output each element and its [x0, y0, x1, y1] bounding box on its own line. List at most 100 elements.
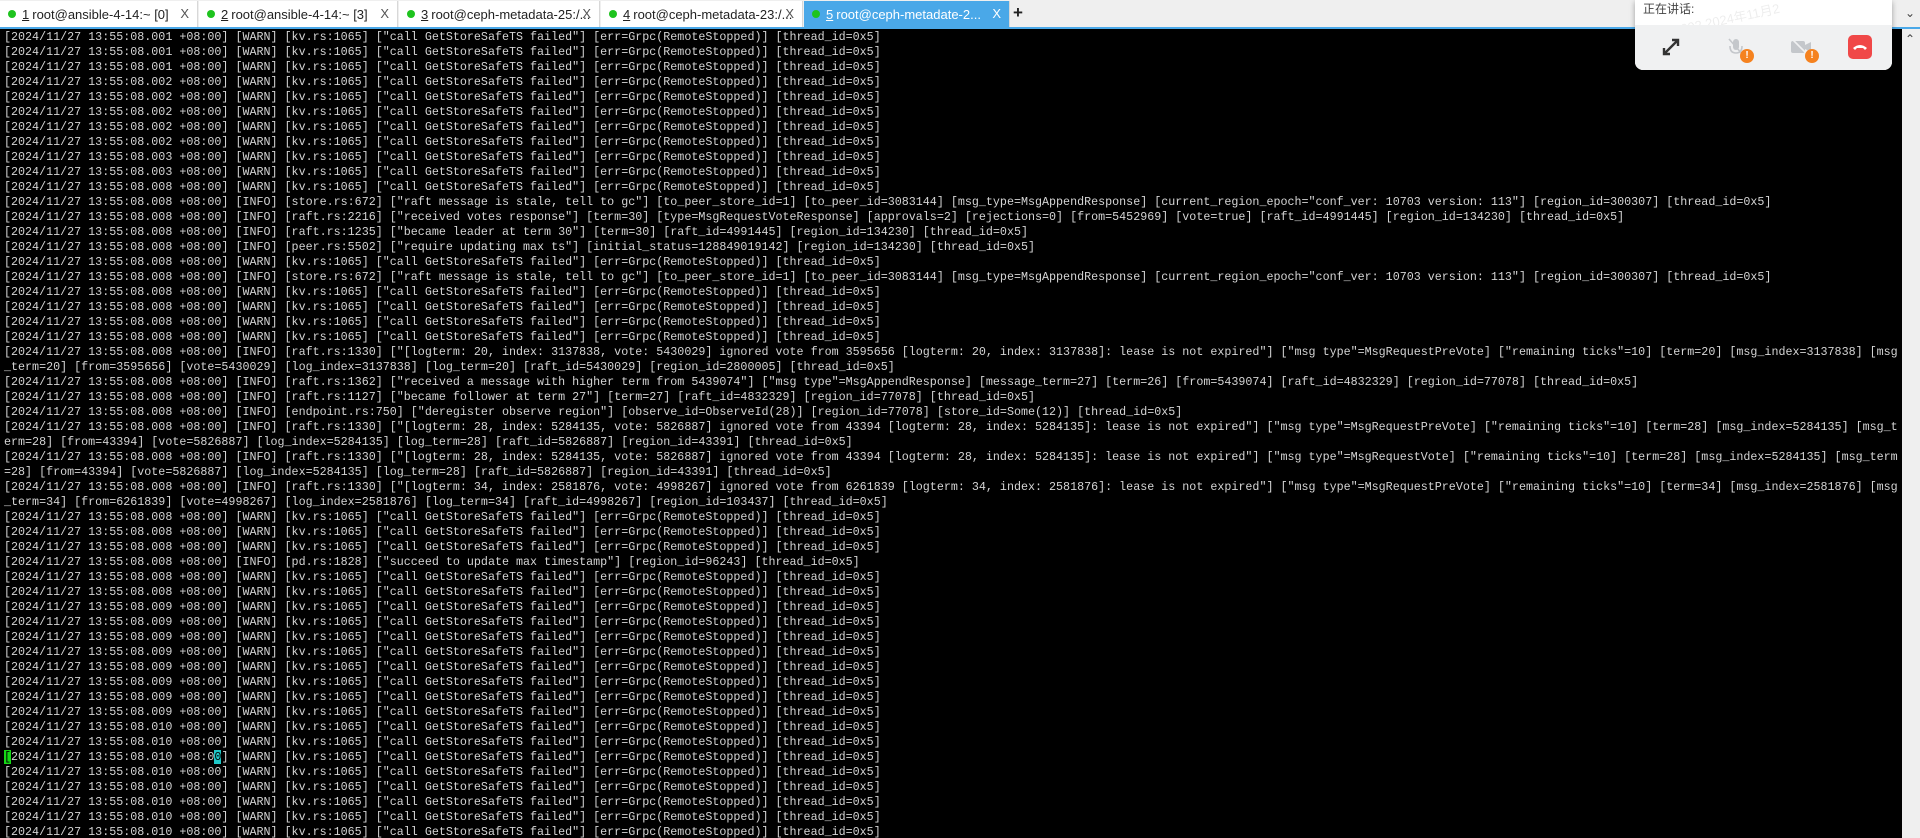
terminal-line: [2024/11/27 13:55:08.009 +08:00] [WARN] … [4, 645, 881, 659]
tab-bar: 1 root@ansible-4-14:~ [0] X 2 root@ansib… [0, 0, 1920, 29]
microphone-button[interactable]: ! [1724, 35, 1754, 63]
terminal-line: [2024/11/27 13:55:08.008 +08:00] [WARN] … [4, 315, 881, 329]
terminal-line: [2024/11/27 13:55:08.003 +08:00] [WARN] … [4, 165, 881, 179]
camera-button[interactable]: ! [1789, 35, 1819, 63]
tab-label: root@ceph-metadata-25:/... [431, 6, 591, 22]
cursor-selection-start: [ [4, 750, 12, 764]
tab-number: 4 [623, 6, 631, 22]
terminal-line: [2024/11/27 13:55:08.002 +08:00] [WARN] … [4, 135, 881, 149]
terminal-line: [2024/11/27 13:55:08.001 +08:00] [WARN] … [4, 30, 881, 44]
terminal-line: [2024/11/27 13:55:08.008 +08:00] [INFO] … [4, 555, 860, 569]
terminal-line: [2024/11/27 13:55:08.003 +08:00] [WARN] … [4, 150, 881, 164]
tab-close-icon[interactable]: X [180, 6, 189, 21]
tab-number: 2 [221, 6, 229, 22]
speaking-label: 正在讲话: [1643, 2, 1695, 16]
new-tab-button[interactable]: + [1013, 3, 1023, 23]
terminal-line: [2024/11/27 13:55:08.010 +08:00] [WARN] … [4, 780, 881, 794]
terminal-line: [2024/11/27 13:55:08.010 +08:00] [WARN] … [4, 720, 881, 734]
tab-2[interactable]: 2 root@ansible-4-14:~ [3] X [199, 1, 398, 27]
terminal-line: [2024/11/27 13:55:08.008 +08:00] [INFO] … [4, 210, 1625, 224]
tab-4[interactable]: 4 root@ceph-metadata-23:/... X [601, 1, 803, 27]
tab-close-icon[interactable]: X [582, 6, 591, 21]
tab-label: root@ansible-4-14:~ [3] [231, 6, 368, 22]
scroll-up-icon[interactable]: ⌃ [1905, 32, 1915, 46]
terminal-line: [2024/11/27 13:55:08.008 +08:00] [WARN] … [4, 255, 881, 269]
status-dot-icon [407, 10, 415, 18]
terminal-line: [2024/11/27 13:55:08.008 +08:00] [INFO] … [4, 390, 1036, 404]
terminal-line: [2024/11/27 13:55:08.008 +08:00] [WARN] … [4, 330, 881, 344]
terminal-line: [2024/11/27 13:55:08.002 +08:00] [WARN] … [4, 105, 881, 119]
terminal-line: [2024/11/27 13:55:08.008 +08:00] [INFO] … [4, 240, 1036, 254]
terminal-line: [2024/11/27 13:55:08.008 +08:00] [WARN] … [4, 570, 881, 584]
status-dot-icon [207, 10, 215, 18]
terminal-line: [2024/11/27 13:55:08.009 +08:00] [WARN] … [4, 690, 881, 704]
terminal-line: [2024/11/27 13:55:08.009 +08:00] [WARN] … [4, 615, 881, 629]
terminal-line: [2024/11/27 13:55:08.010 +08:00] [WARN] … [4, 825, 881, 838]
terminal-line: _term=20] [from=3595656] [vote=5430029] … [4, 360, 895, 374]
terminal-line: erm=28] [from=43394] [vote=5826887] [log… [4, 435, 853, 449]
terminal-line: [2024/11/27 13:55:08.002 +08:00] [WARN] … [4, 75, 881, 89]
warning-badge-icon: ! [1805, 49, 1819, 63]
terminal-line: [2024/11/27 13:55:08.008 +08:00] [WARN] … [4, 180, 881, 194]
expand-button[interactable] [1659, 35, 1683, 59]
terminal-text: [2024/11/27 13:55:08.001 +08:00] [WARN] … [0, 29, 1902, 838]
terminal-line: [2024/11/27 13:55:08.010 +08:00] [WARN] … [4, 795, 881, 809]
expand-icon [1662, 38, 1680, 56]
status-dot-icon [8, 10, 16, 18]
terminal-line: [2024/11/27 13:55:08.002 +08:00] [WARN] … [4, 120, 881, 134]
tab-1[interactable]: 1 root@ansible-4-14:~ [0] X [0, 1, 198, 27]
terminal-line: [2024/11/27 13:55:08.008 +08:00] [INFO] … [4, 480, 1898, 494]
tab-label: root@ceph-metadate-2... [836, 6, 981, 22]
terminal-line: [2024/11/27 13:55:08.009 +08:00] [WARN] … [4, 660, 881, 674]
terminal-line: [2024/11/27 13:55:08.008 +08:00] [INFO] … [4, 420, 1898, 434]
tab-close-icon[interactable]: X [380, 6, 389, 21]
terminal-line: [2024/11/27 13:55:08.008 +08:00] [INFO] … [4, 405, 1183, 419]
terminal-line: [2024/11/27 13:55:08.001 +08:00] [WARN] … [4, 45, 881, 59]
terminal-line: [2024/11/27 13:55:08.008 +08:00] [WARN] … [4, 585, 881, 599]
tab-label: root@ansible-4-14:~ [0] [32, 6, 169, 22]
status-dot-icon [609, 10, 617, 18]
terminal-line: [2024/11/27 13:55:08.008 +08:00] [INFO] … [4, 375, 1639, 389]
terminal-line: [2024/11/27 13:55:08.008 +08:00] [WARN] … [4, 525, 881, 539]
terminal-line: [2024/11/27 13:55:08.008 +08:00] [INFO] … [4, 270, 1772, 284]
phone-hangup-icon [1853, 45, 1867, 50]
chevron-down-icon[interactable]: ⌄ [1905, 6, 1915, 20]
terminal-line: [2024/11/27 13:55:08.009 +08:00] [WARN] … [4, 600, 881, 614]
terminal-line: [2024/11/27 13:55:08.009 +08:00] [WARN] … [4, 630, 881, 644]
terminal-line: [2024/11/27 13:55:08.008 +08:00] [INFO] … [4, 345, 1898, 359]
terminal-line: [2024/11/27 13:55:08.010 +08:00] [WARN] … [4, 765, 881, 779]
terminal-line: [2024/11/27 13:55:08.008 +08:00] [WARN] … [4, 510, 881, 524]
terminal-line: [2024/11/27 13:55:08.002 +08:00] [WARN] … [4, 90, 881, 104]
tab-number: 1 [22, 6, 30, 22]
tab-label: root@ceph-metadata-23:/... [633, 6, 793, 22]
tab-close-icon[interactable]: X [785, 6, 794, 21]
terminal-line: [2024/11/27 13:55:08.008 +08:00] [WARN] … [4, 540, 881, 554]
vertical-scrollbar[interactable] [1902, 29, 1920, 838]
terminal-line: =28] [from=43394] [vote=5826887] [log_in… [4, 465, 832, 479]
terminal-line: [2024/11/27 13:55:08.008 +08:00] [INFO] … [4, 225, 1028, 239]
terminal-line: [2024/11/27 13:55:08.008 +08:00] [INFO] … [4, 450, 1898, 464]
tab-close-icon[interactable]: X [992, 6, 1001, 21]
tab-number: 5 [826, 6, 834, 22]
meeting-controls: ! ! [1635, 25, 1892, 70]
terminal-line: [2024/11/27 13:55:08.010 +08:00] [WARN] … [4, 810, 881, 824]
terminal-line: [2024/11/27 13:55:08.008 +08:00] [WARN] … [4, 285, 881, 299]
terminal-line: [2024/11/27 13:55:08.009 +08:00] [WARN] … [4, 705, 881, 719]
terminal-line: [2024/11/27 13:55:08.008 +08:00] [INFO] … [4, 195, 1772, 209]
terminal-line: [2024/11/27 13:55:08.010 +08:00] [WARN] … [4, 750, 1902, 765]
meeting-call-widget: 正在讲话: 王鹏 3602 2024年11月2 ! ! [1635, 0, 1892, 70]
terminal-line: _term=34] [from=6261839] [vote=4998267] … [4, 495, 888, 509]
terminal-output[interactable]: [2024/11/27 13:55:08.001 +08:00] [WARN] … [0, 29, 1902, 838]
status-dot-icon [812, 10, 820, 18]
selected-text: 2024/11/27 13:55:08.010 +08:0 [11, 750, 215, 764]
terminal-line: [2024/11/27 13:55:08.001 +08:00] [WARN] … [4, 60, 881, 74]
warning-badge-icon: ! [1740, 49, 1754, 63]
terminal-line: [2024/11/27 13:55:08.010 +08:00] [WARN] … [4, 735, 881, 749]
tab-5-active[interactable]: 5 root@ceph-metadate-2... X [804, 1, 1010, 27]
terminal-line: [2024/11/27 13:55:08.008 +08:00] [WARN] … [4, 300, 881, 314]
tab-number: 3 [421, 6, 429, 22]
tab-3[interactable]: 3 root@ceph-metadata-25:/... X [399, 1, 600, 27]
terminal-line: [2024/11/27 13:55:08.009 +08:00] [WARN] … [4, 675, 881, 689]
line-rest: ] [WARN] [kv.rs:1065] ["call GetStoreSaf… [221, 750, 881, 764]
hang-up-button[interactable] [1848, 35, 1872, 59]
